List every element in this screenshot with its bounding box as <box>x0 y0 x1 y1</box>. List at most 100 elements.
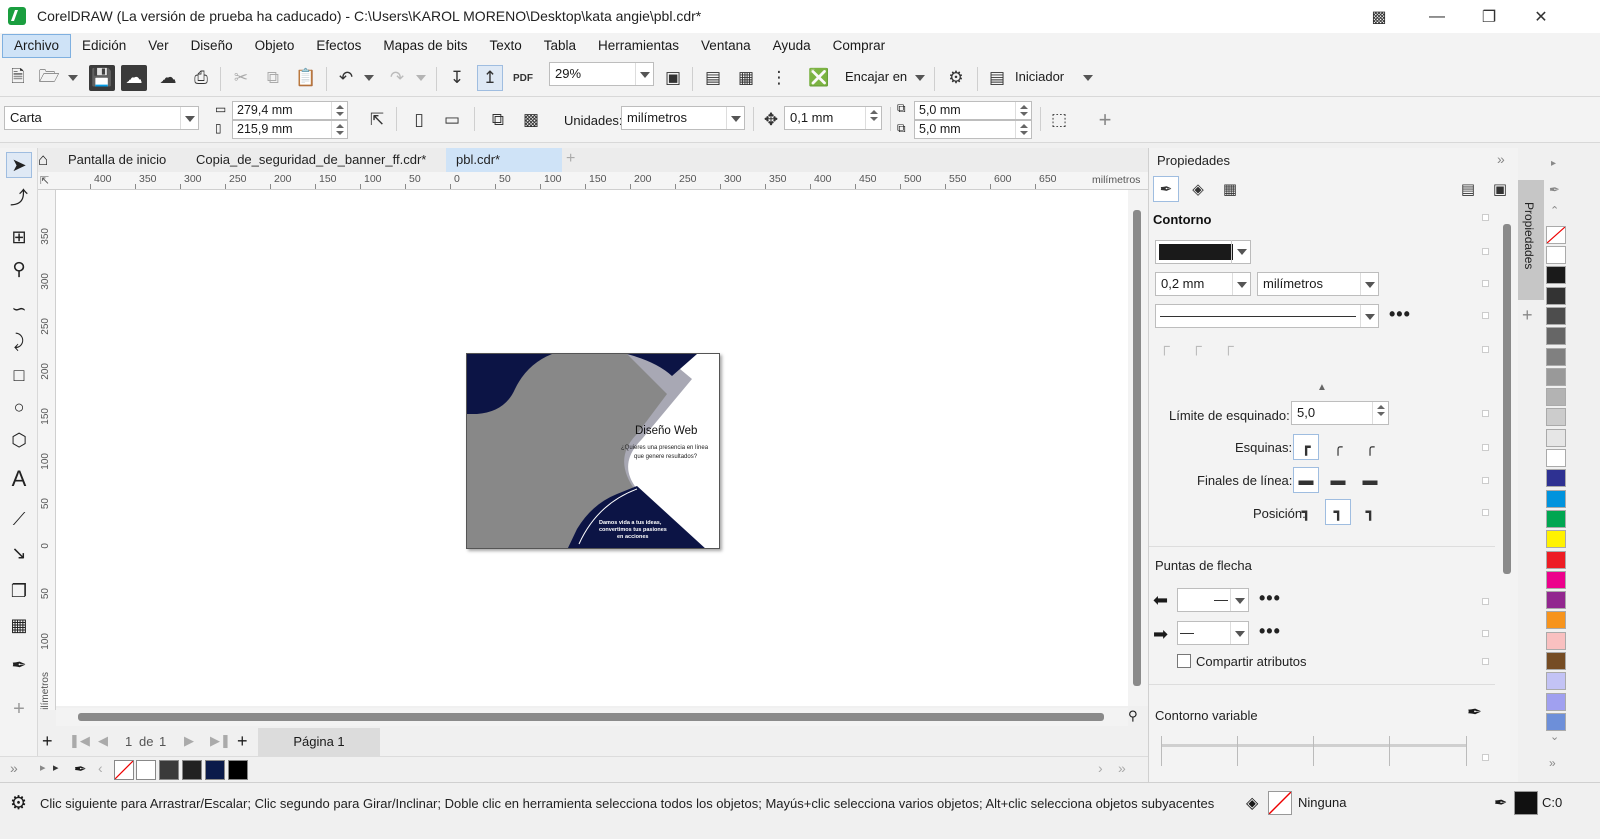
outline-pen-status-icon[interactable]: ✒ <box>1494 793 1507 813</box>
palette-color-swatch[interactable] <box>1546 388 1566 407</box>
palette-color-swatch[interactable] <box>1546 591 1566 610</box>
launcher-label[interactable]: Iniciador <box>1015 69 1064 84</box>
palette-expand-icon[interactable]: » <box>1118 760 1126 776</box>
status-settings-gear-icon[interactable]: ⚙ <box>10 792 27 815</box>
menu-archivo[interactable]: Archivo <box>2 34 72 58</box>
corner-bevel-icon[interactable]: ╭ <box>1357 434 1383 460</box>
tab-pantalla-de-inicio[interactable]: Pantalla de inicio <box>58 148 176 172</box>
add-page-after-icon[interactable]: + <box>237 731 248 752</box>
menu-mapas-de-bits[interactable]: Mapas de bits <box>372 34 478 58</box>
launcher-dropdown-icon[interactable] <box>1083 75 1093 81</box>
scale-icon[interactable]: ⇱ <box>364 107 390 133</box>
outline-pen-icon[interactable]: ✒ <box>1153 176 1179 202</box>
redo-icon[interactable]: ↷ <box>384 65 410 91</box>
end-arrow-more-icon[interactable]: ••• <box>1259 621 1281 642</box>
menu-comprar[interactable]: Comprar <box>822 34 897 58</box>
palette-scroll-left-icon[interactable]: ‹ <box>98 760 103 776</box>
palette-color-swatch[interactable] <box>1546 347 1566 366</box>
copy-icon[interactable]: ⧉ <box>260 65 286 91</box>
duplicate-x-field[interactable]: 5,0 mm <box>914 101 1032 120</box>
show-rulers-icon[interactable]: ▤ <box>700 65 726 91</box>
crop-tool-icon[interactable]: ⊞ <box>6 224 32 250</box>
duplicate-y-field[interactable]: 5,0 mm <box>914 120 1032 139</box>
palette-color-swatch[interactable] <box>1546 611 1566 630</box>
menu-edicion[interactable]: Edición <box>71 34 137 58</box>
fill-none-swatch[interactable] <box>1268 791 1292 815</box>
menu-diseno[interactable]: Diseño <box>180 34 244 58</box>
expand-docker-icon[interactable]: » <box>10 760 18 776</box>
save-icon[interactable]: 💾 <box>89 65 115 91</box>
position-outside-icon[interactable]: ┓ <box>1293 499 1319 525</box>
first-page-icon[interactable]: ❚◀ <box>69 733 90 749</box>
shape-tool-icon[interactable]: ⤴ <box>6 184 32 210</box>
fill-indicator-icon[interactable]: ◈ <box>1246 793 1258 813</box>
page-frame-icon[interactable]: ⬚ <box>1046 107 1072 133</box>
cloud-upload-icon[interactable]: ☁ <box>155 65 181 91</box>
palette-color-swatch[interactable] <box>1546 327 1566 346</box>
palette-color-swatch[interactable] <box>1546 672 1566 691</box>
palette-color-swatch[interactable] <box>1546 489 1566 508</box>
palette-expand-right-icon[interactable]: » <box>1549 756 1556 770</box>
docker-collapse-icon[interactable]: » <box>1497 151 1505 167</box>
page-width-field[interactable]: 279,4 mm <box>232 101 348 120</box>
outline-color-swatch[interactable] <box>1514 791 1538 815</box>
units-combo[interactable]: milímetros <box>621 106 745 130</box>
document-color-swatch[interactable] <box>205 760 225 780</box>
object-view-icon[interactable]: ▣ <box>1487 176 1513 202</box>
palette-color-swatch[interactable] <box>1546 570 1566 589</box>
end-arrowhead-combo[interactable] <box>1177 621 1249 645</box>
docker-scroll-thumb[interactable] <box>1503 224 1511 574</box>
new-document-icon[interactable]: 🗎 <box>5 65 31 91</box>
page-height-field[interactable]: 215,9 mm <box>232 120 348 139</box>
full-screen-preview-icon[interactable]: ▣ <box>660 65 686 91</box>
text-tool-icon[interactable]: A <box>6 466 32 492</box>
outline-units-combo[interactable]: milímetros <box>1257 272 1379 296</box>
ellipse-tool-icon[interactable]: ○ <box>6 394 32 420</box>
corner-join-icon-1[interactable]: ┌ <box>1159 338 1170 355</box>
minimize-button[interactable]: — <box>1414 0 1460 33</box>
ruler-origin-icon[interactable]: ⇱ <box>40 174 49 187</box>
new-tab-icon[interactable]: + <box>566 150 575 168</box>
menu-efectos[interactable]: Efectos <box>305 34 372 58</box>
palette-scroll-right-icon[interactable]: › <box>1098 760 1103 776</box>
open-folder-icon[interactable]: 🗁 <box>36 65 62 91</box>
palette-color-swatch[interactable] <box>1546 652 1566 670</box>
landscape-icon[interactable]: ▭ <box>439 107 465 133</box>
add-icon[interactable]: + <box>1092 107 1118 133</box>
rectangle-tool-icon[interactable]: □ <box>6 362 32 388</box>
palette-color-swatch[interactable] <box>1546 469 1566 488</box>
palette-color-swatch[interactable] <box>1546 246 1566 264</box>
start-arrow-more-icon[interactable]: ••• <box>1259 588 1281 609</box>
snap-off-icon[interactable]: ❎ <box>806 65 832 91</box>
import-icon[interactable]: ↧ <box>444 65 470 91</box>
palette-color-swatch[interactable] <box>1546 449 1566 467</box>
menu-objeto[interactable]: Objeto <box>244 34 306 58</box>
corner-miter-icon[interactable]: ┏ <box>1293 434 1319 460</box>
document-color-swatch[interactable] <box>159 760 179 780</box>
palette-eyedropper-icon-right[interactable]: ✒ <box>1549 182 1560 198</box>
palette-color-swatch[interactable] <box>1546 712 1566 731</box>
palette-color-swatch[interactable] <box>1546 428 1566 447</box>
open-dropdown-icon[interactable] <box>68 75 78 81</box>
fill-bucket-icon[interactable]: ◈ <box>1185 176 1211 202</box>
miter-limit-field[interactable]: 5,0 <box>1291 401 1389 425</box>
document-color-swatch[interactable] <box>228 760 248 780</box>
account-icon[interactable]: ▩ <box>1356 0 1402 33</box>
palette-scroll-up-icon[interactable]: ⌃ <box>1550 204 1559 217</box>
undo-icon[interactable]: ↶ <box>333 65 359 91</box>
horizontal-scroll-thumb[interactable] <box>78 713 1104 721</box>
previous-page-icon[interactable]: ◀ <box>98 733 108 749</box>
collapse-arrow-icon[interactable]: ▲ <box>1317 382 1327 393</box>
palette-color-swatch[interactable] <box>1546 550 1566 569</box>
restore-button[interactable]: ❐ <box>1466 0 1512 33</box>
next-page-icon[interactable]: ▶ <box>184 733 194 749</box>
cap-square-icon[interactable]: ▬ <box>1293 467 1319 493</box>
snap-to-label[interactable]: Encajar en <box>845 69 907 84</box>
palette-color-swatch[interactable] <box>1546 367 1566 386</box>
palette-menu-arrow-icon[interactable]: ▸ <box>53 761 59 774</box>
palette-color-swatch[interactable] <box>1546 266 1566 285</box>
palette-color-swatch[interactable] <box>1546 286 1566 305</box>
zoom-corner-icon[interactable]: ⚲ <box>1128 708 1138 724</box>
corner-join-icon-2[interactable]: ┌ <box>1191 338 1202 355</box>
eyedropper-tool-icon[interactable]: ✒ <box>6 652 32 678</box>
